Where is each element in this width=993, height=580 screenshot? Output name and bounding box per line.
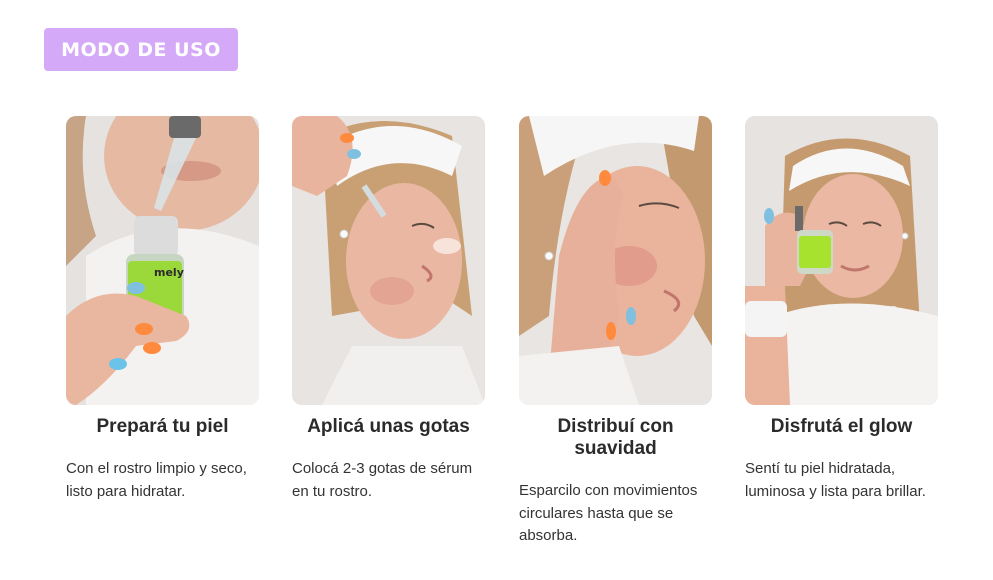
woman-holding-serum-dropper-image: mely xyxy=(66,116,259,405)
modo-de-uso-badge: MODO DE USO xyxy=(44,28,238,71)
step-1-description: Con el rostro limpio y seco, listo para … xyxy=(66,460,247,500)
step-3-description: Esparcilo con movimientos circulares has… xyxy=(519,482,698,544)
bottle-brand-label: mely xyxy=(154,266,184,279)
step-card-4: Disfrutá el glow Sentí tu piel hidratada… xyxy=(745,116,938,503)
step-2-photo xyxy=(292,116,485,405)
woman-spreading-serum-image xyxy=(519,116,712,405)
step-4-title: Disfrutá el glow xyxy=(770,416,913,437)
step-4-description: Sentí tu piel hidratada, luminosa y list… xyxy=(745,460,926,500)
step-card-1: mely Prepará tu piel Con el rostro limpi… xyxy=(66,116,259,503)
step-3-photo xyxy=(519,116,712,405)
step-3-title: Distribuí con suavidad xyxy=(557,416,674,459)
step-1-photo: mely xyxy=(66,116,259,405)
step-2-description: Colocá 2-3 gotas de sérum en tu rostro. xyxy=(292,460,473,500)
woman-smiling-with-serum-image xyxy=(745,116,938,405)
step-card-3: Distribuí con suavidad Esparcilo con mov… xyxy=(519,116,712,548)
step-1-title: Prepará tu piel xyxy=(96,416,229,437)
step-2-title: Aplicá unas gotas xyxy=(307,416,470,437)
step-card-2: Aplicá unas gotas Colocá 2-3 gotas de sé… xyxy=(292,116,485,503)
woman-applying-drops-image xyxy=(292,116,485,405)
step-4-photo xyxy=(745,116,938,405)
